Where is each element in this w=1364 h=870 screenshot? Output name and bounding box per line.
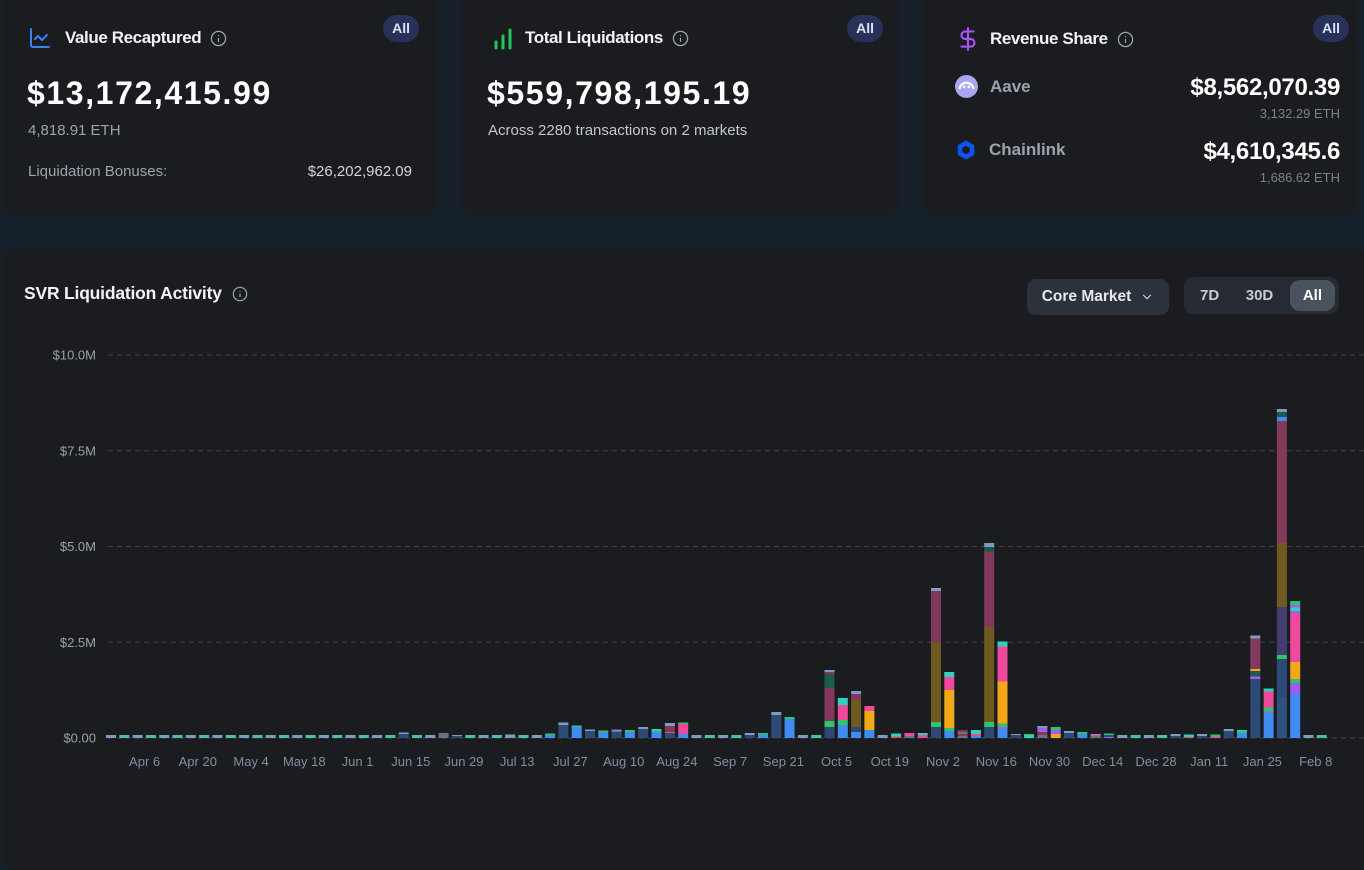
svg-text:Jun 15: Jun 15 xyxy=(391,754,430,769)
svg-text:Apr 20: Apr 20 xyxy=(179,754,217,769)
svg-text:May 4: May 4 xyxy=(233,754,268,769)
svg-text:Oct 19: Oct 19 xyxy=(871,754,909,769)
svg-text:$0.00: $0.00 xyxy=(63,731,96,746)
svg-text:$5.0M: $5.0M xyxy=(60,539,96,554)
svg-text:Apr 6: Apr 6 xyxy=(129,754,160,769)
svg-text:Oct 5: Oct 5 xyxy=(821,754,852,769)
svg-text:Jul 13: Jul 13 xyxy=(500,754,535,769)
svg-text:Aug 10: Aug 10 xyxy=(603,754,644,769)
svg-text:Dec 14: Dec 14 xyxy=(1082,754,1123,769)
svg-text:Jan 11: Jan 11 xyxy=(1190,754,1228,769)
svg-text:May 18: May 18 xyxy=(283,754,326,769)
svg-text:Jan 25: Jan 25 xyxy=(1243,754,1282,769)
svg-text:Sep 7: Sep 7 xyxy=(713,754,747,769)
svg-text:Feb 8: Feb 8 xyxy=(1299,754,1332,769)
svg-text:Jul 27: Jul 27 xyxy=(553,754,588,769)
svg-text:Jun 29: Jun 29 xyxy=(444,754,483,769)
svg-text:Nov 30: Nov 30 xyxy=(1029,754,1070,769)
svg-text:$7.5M: $7.5M xyxy=(60,443,96,458)
svg-text:$2.5M: $2.5M xyxy=(60,635,96,650)
svg-text:Nov 16: Nov 16 xyxy=(976,754,1017,769)
svg-text:Nov 2: Nov 2 xyxy=(926,754,960,769)
svg-text:Dec 28: Dec 28 xyxy=(1135,754,1176,769)
svg-text:Aug 24: Aug 24 xyxy=(656,754,697,769)
svg-text:Sep 21: Sep 21 xyxy=(763,754,804,769)
svg-text:$10.0M: $10.0M xyxy=(53,348,96,363)
svg-text:Jun 1: Jun 1 xyxy=(342,754,374,769)
